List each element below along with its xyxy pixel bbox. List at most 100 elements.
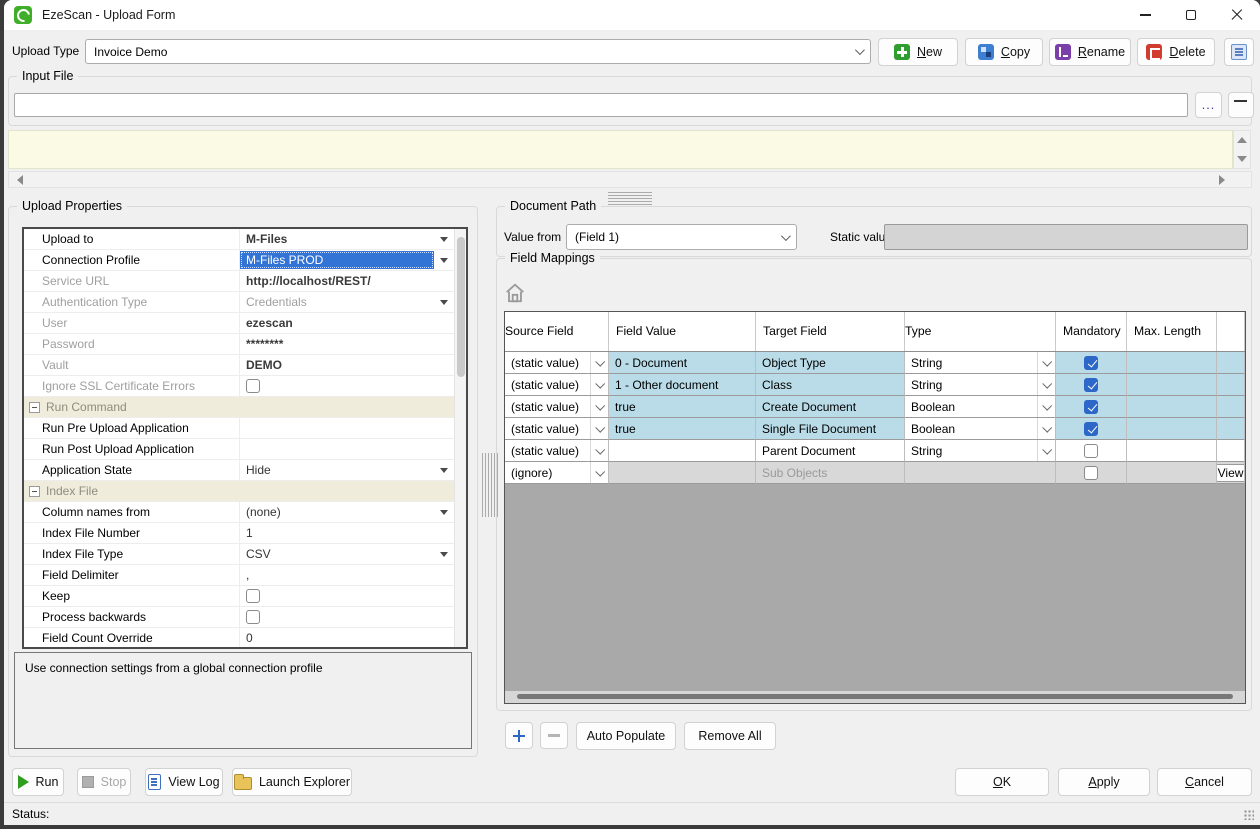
dropdown-arrow-icon[interactable]	[434, 229, 454, 249]
mapping-row[interactable]: (static value)trueSingle File DocumentBo…	[505, 418, 1245, 440]
property-row[interactable]: Password********	[24, 334, 454, 355]
type-select[interactable]: String	[905, 352, 1055, 373]
property-row[interactable]: Index File Number1	[24, 523, 454, 544]
property-row[interactable]: Application StateHide	[24, 460, 454, 481]
property-value[interactable]: http://localhost/REST/	[240, 271, 454, 291]
column-header[interactable]	[1217, 312, 1245, 351]
source-field-select[interactable]: (static value)	[505, 352, 608, 373]
property-row[interactable]: Userezescan	[24, 313, 454, 334]
resize-grip[interactable]	[1244, 810, 1254, 820]
scroll-left-icon[interactable]	[17, 175, 23, 185]
mapping-row[interactable]: (static value)0 - DocumentObject TypeStr…	[505, 352, 1245, 374]
property-row[interactable]: VaultDEMO	[24, 355, 454, 376]
dropdown-arrow-icon[interactable]	[434, 250, 454, 270]
mapping-row[interactable]: (static value)trueCreate DocumentBoolean	[505, 396, 1245, 418]
ok-button[interactable]: OK	[955, 768, 1049, 796]
column-header[interactable]: Mandatory	[1056, 312, 1127, 351]
notes-button[interactable]	[1224, 38, 1254, 66]
mapping-row[interactable]: (static value)Parent DocumentString	[505, 440, 1245, 462]
browse-button[interactable]: ...	[1195, 92, 1222, 118]
property-category-row[interactable]: Run Command	[24, 397, 454, 418]
mapping-row[interactable]: (ignore)Sub ObjectsView	[505, 462, 1245, 484]
mandatory-checkbox-unchecked[interactable]	[1084, 466, 1098, 480]
collapse-icon[interactable]	[29, 402, 40, 413]
property-row[interactable]: Index File TypeCSV	[24, 544, 454, 565]
property-value[interactable]: 0	[240, 628, 454, 648]
horizontal-splitter[interactable]	[608, 192, 652, 205]
source-field-select[interactable]: (static value)	[505, 418, 608, 439]
property-value[interactable]: Credentials	[240, 292, 434, 312]
property-value[interactable]: M-Files PROD	[240, 250, 434, 270]
property-value[interactable]: 1	[240, 523, 454, 543]
view-log-button[interactable]: View Log	[145, 768, 223, 796]
property-row[interactable]: Run Post Upload Application	[24, 439, 454, 460]
field-value-cell[interactable]: 1 - Other document	[615, 378, 718, 392]
mandatory-checkbox-unchecked[interactable]	[1084, 444, 1098, 458]
source-field-select[interactable]: (ignore)	[505, 462, 608, 483]
scrollbar-thumb[interactable]	[517, 694, 1233, 699]
copy-button[interactable]: Copy	[965, 38, 1043, 66]
mandatory-checkbox-checked[interactable]	[1084, 400, 1098, 414]
property-value[interactable]: ezescan	[240, 313, 454, 333]
source-field-select[interactable]: (static value)	[505, 374, 608, 395]
rename-button[interactable]: Rename	[1049, 38, 1131, 66]
column-header[interactable]: Source Field	[505, 312, 609, 351]
field-value-cell[interactable]: true	[615, 400, 636, 414]
upload-type-select[interactable]: Invoice Demo	[85, 39, 871, 64]
dropdown-arrow-icon[interactable]	[434, 544, 454, 564]
property-value[interactable]: ,	[240, 565, 454, 585]
run-button[interactable]: Run	[12, 768, 64, 796]
checkbox-unchecked-icon[interactable]	[246, 589, 260, 603]
type-select[interactable]: String	[905, 374, 1055, 395]
property-row[interactable]: Ignore SSL Certificate Errors	[24, 376, 454, 397]
property-row[interactable]: Upload toM-Files	[24, 229, 454, 250]
remove-all-button[interactable]: Remove All	[684, 722, 776, 750]
property-value[interactable]: (none)	[240, 502, 434, 522]
property-row[interactable]: Run Pre Upload Application	[24, 418, 454, 439]
scroll-down-icon[interactable]	[1237, 156, 1247, 162]
property-row[interactable]: Connection ProfileM-Files PROD	[24, 250, 454, 271]
property-value[interactable]: ********	[240, 334, 454, 354]
scroll-up-icon[interactable]	[1237, 137, 1247, 143]
checkbox-unchecked-icon[interactable]	[246, 379, 260, 393]
property-row[interactable]: Keep	[24, 586, 454, 607]
source-field-select[interactable]: (static value)	[505, 440, 608, 461]
property-value[interactable]	[240, 418, 454, 438]
property-value[interactable]: M-Files	[240, 229, 434, 249]
property-value[interactable]: CSV	[240, 544, 434, 564]
mandatory-checkbox-checked[interactable]	[1084, 422, 1098, 436]
property-value[interactable]: DEMO	[240, 355, 454, 375]
mapping-row[interactable]: (static value)1 - Other documentClassStr…	[505, 374, 1245, 396]
input-file-field[interactable]	[14, 93, 1188, 117]
source-field-select[interactable]: (static value)	[505, 396, 608, 417]
value-from-select[interactable]: (Field 1)	[566, 224, 797, 250]
launch-explorer-button[interactable]: Launch Explorer	[232, 768, 352, 796]
cancel-button[interactable]: Cancel	[1157, 768, 1252, 796]
property-row[interactable]: Service URLhttp://localhost/REST/	[24, 271, 454, 292]
message-vscrollbar[interactable]	[1233, 130, 1251, 169]
column-header[interactable]: Max. Length	[1127, 312, 1217, 351]
dropdown-arrow-icon[interactable]	[434, 502, 454, 522]
home-icon[interactable]	[504, 282, 526, 304]
property-row[interactable]: Process backwards	[24, 607, 454, 628]
property-row[interactable]: Field Count Override0	[24, 628, 454, 649]
close-button[interactable]	[1214, 0, 1260, 30]
type-select[interactable]: String	[905, 440, 1055, 461]
column-header[interactable]: Target Field	[756, 312, 905, 351]
property-value[interactable]: Hide	[240, 460, 434, 480]
dropdown-arrow-icon[interactable]	[434, 292, 454, 312]
field-value-cell[interactable]: 0 - Document	[615, 356, 687, 370]
new-button[interactable]: New	[878, 38, 958, 66]
remove-mapping-button[interactable]	[540, 722, 568, 749]
type-select[interactable]: Boolean	[905, 418, 1055, 439]
maximize-button[interactable]	[1168, 0, 1214, 30]
property-row[interactable]: Field Delimiter,	[24, 565, 454, 586]
column-header[interactable]: Field Value	[609, 312, 756, 351]
property-value[interactable]	[240, 376, 454, 396]
auto-populate-button[interactable]: Auto Populate	[576, 722, 676, 750]
property-row[interactable]: Column names from(none)	[24, 502, 454, 523]
stop-button[interactable]: Stop	[77, 768, 131, 796]
message-hscrollbar[interactable]	[8, 171, 1252, 188]
type-select[interactable]: Boolean	[905, 396, 1055, 417]
field-value-cell[interactable]: true	[615, 422, 636, 436]
